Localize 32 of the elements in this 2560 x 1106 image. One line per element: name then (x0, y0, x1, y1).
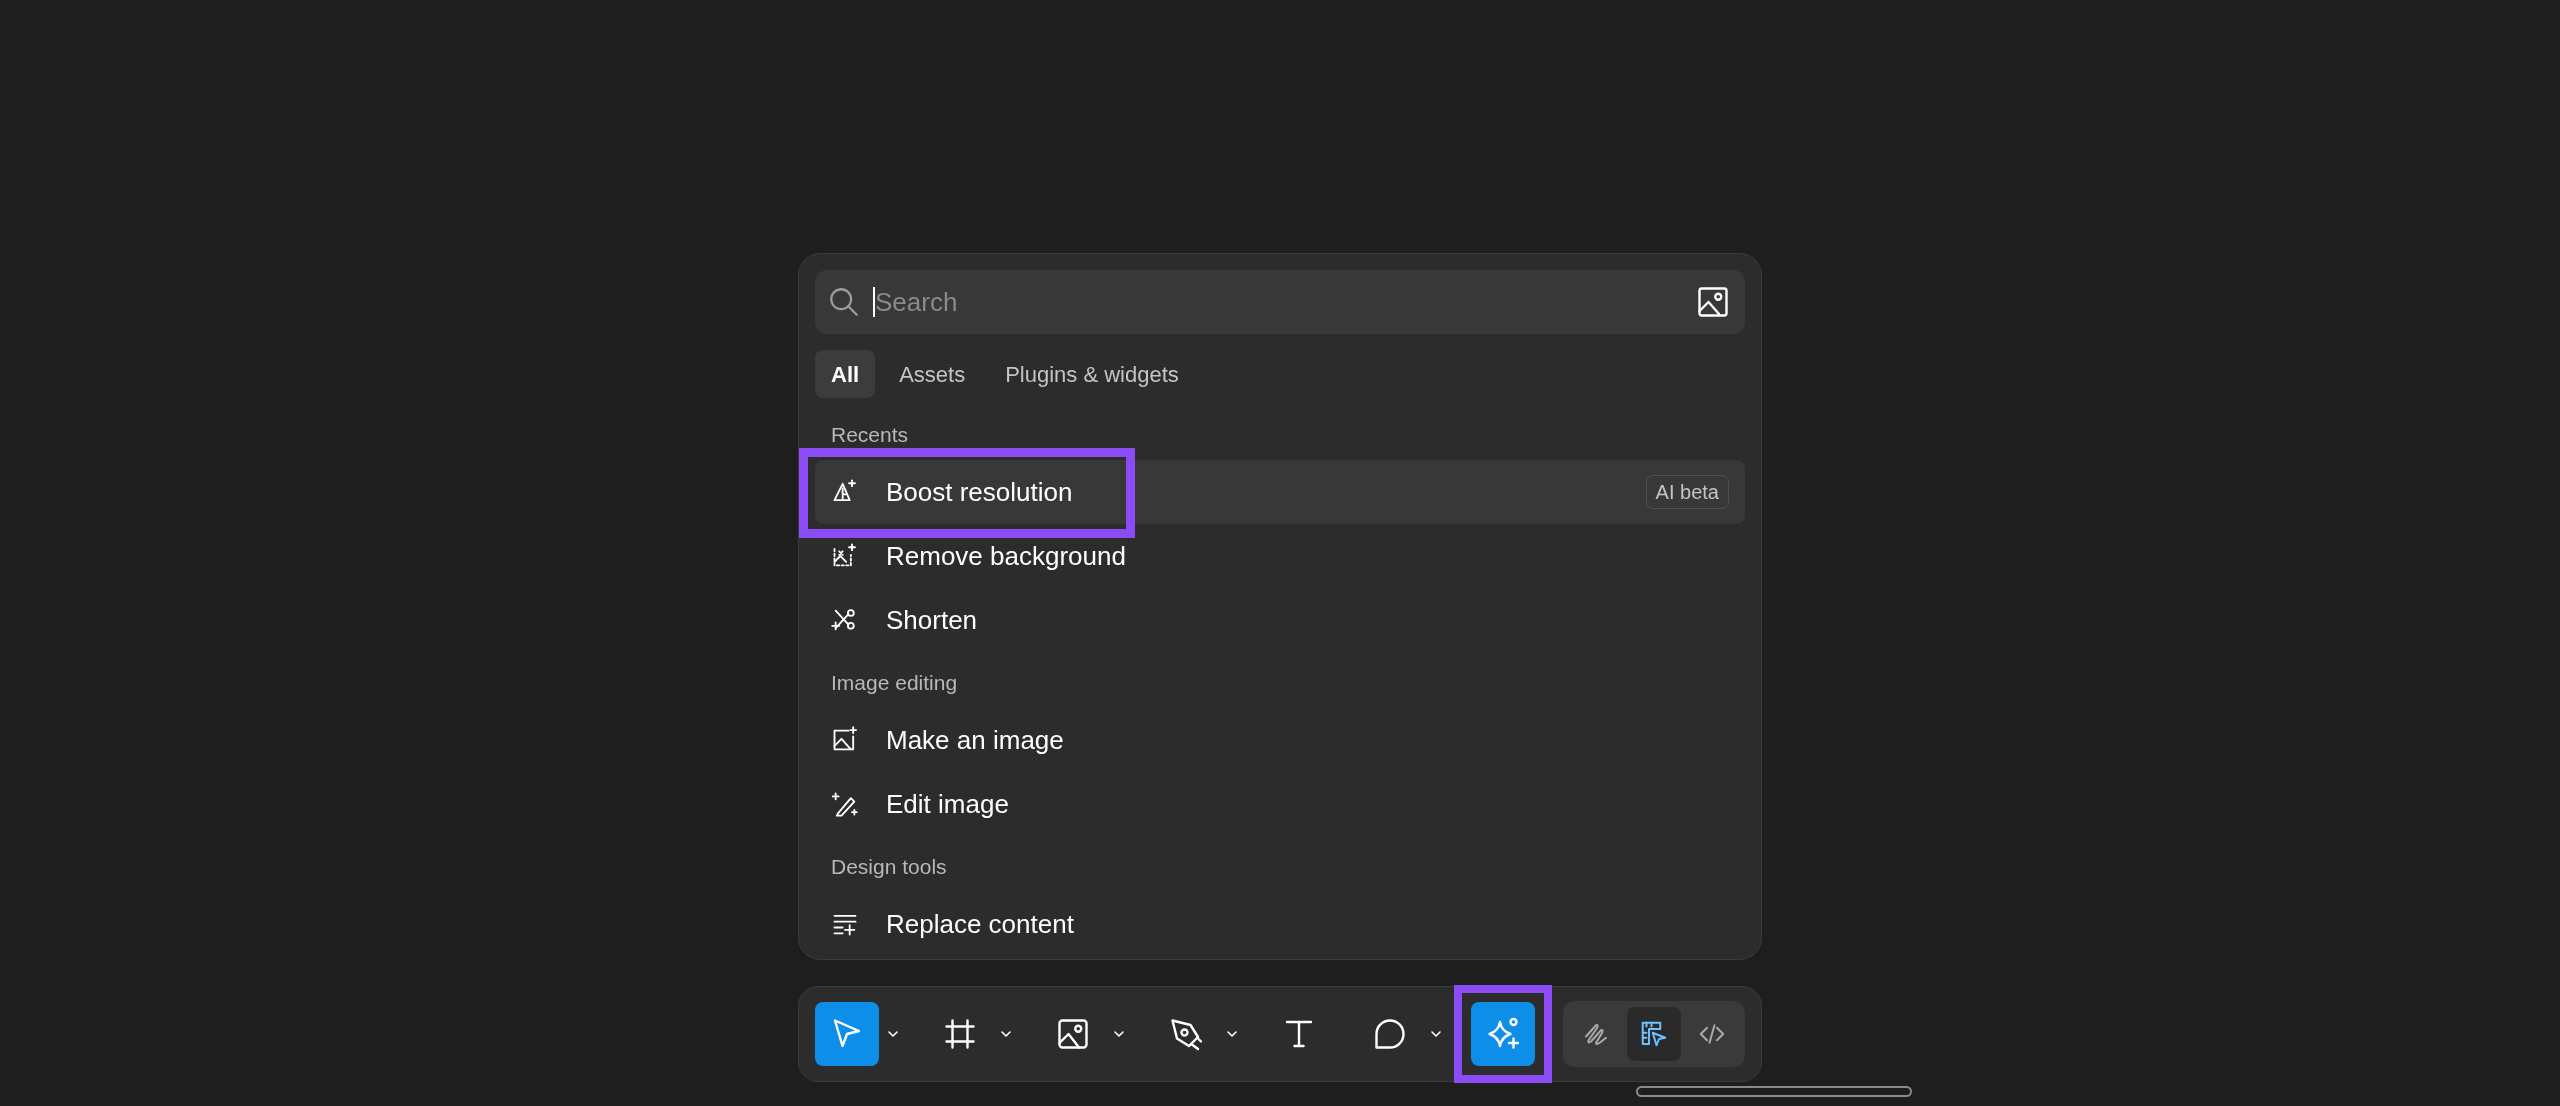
menu-item[interactable]: Make an image (815, 708, 1745, 772)
menu-item-label: Shorten (886, 603, 978, 637)
filter-tab[interactable]: All (815, 350, 876, 398)
section-heading: Design tools (830, 854, 948, 880)
section-heading: Image editing (830, 670, 959, 696)
menu-item[interactable]: Boost resolution AI beta (815, 460, 1745, 524)
filter-tab[interactable]: Assets (883, 350, 982, 398)
menu-item[interactable]: Edit image (815, 772, 1745, 836)
menu-item-label: Boost resolution (886, 475, 1073, 509)
menu-item-label: Edit image (886, 787, 1009, 821)
scrollbar[interactable] (1636, 1086, 1912, 1097)
speech-bubble-icon (1372, 1016, 1408, 1052)
text-cursor (873, 287, 875, 317)
magic-wand-icon (831, 790, 859, 818)
menu-item-label: Make an image (886, 723, 1064, 757)
menu-item[interactable]: Shorten (815, 588, 1745, 652)
sparkle-plus-icon (1485, 1016, 1521, 1052)
search-field[interactable]: Search (815, 270, 1745, 334)
menu-item[interactable]: Remove background (815, 524, 1745, 588)
section-heading: Recents (830, 422, 910, 448)
pen-nib-icon (1168, 1016, 1204, 1052)
menu-item-label: Replace content (886, 907, 1074, 941)
ruler-cursor-icon (1639, 1019, 1669, 1049)
search-icon (827, 285, 861, 319)
filter-tab[interactable]: Plugins & widgets (989, 350, 1195, 398)
image-icon (1055, 1016, 1091, 1052)
menu-item-label: Remove background (886, 539, 1126, 573)
menu-item[interactable]: Replace content (815, 892, 1745, 956)
image-search-icon[interactable] (1695, 284, 1731, 320)
ai-beta-badge: AI beta (1645, 475, 1729, 509)
mode-button[interactable] (1627, 1007, 1681, 1061)
frame-grid-icon (942, 1016, 978, 1052)
